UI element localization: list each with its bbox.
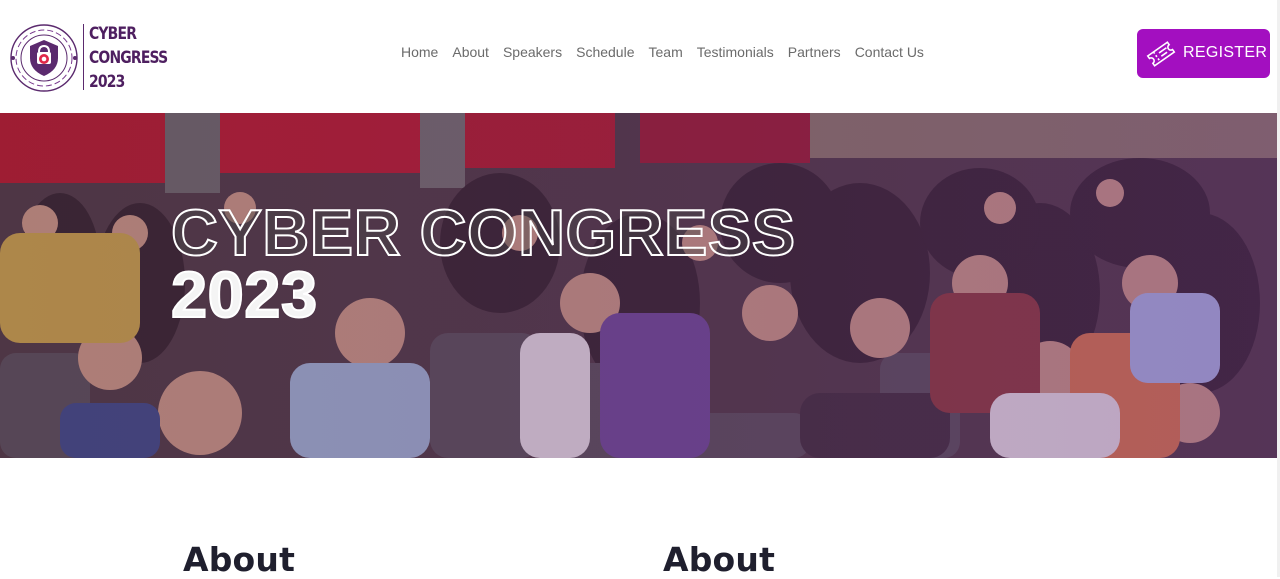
site-logo[interactable]: CYBER CONGRESS 2023 (8, 20, 168, 94)
nav-about[interactable]: About (452, 44, 489, 60)
nav-home[interactable]: Home (401, 44, 438, 60)
ticket-icon (1146, 41, 1176, 67)
hero-title-line-2: 2023 (170, 258, 318, 331)
nav-speakers[interactable]: Speakers (503, 44, 562, 60)
nav-testimonials[interactable]: Testimonials (697, 44, 774, 60)
site-header: CYBER CONGRESS 2023 Home About Speakers … (0, 0, 1280, 113)
hero-title-line-1: CYBER CONGRESS (170, 196, 796, 269)
hero-title: CYBER CONGRESS 2023 (170, 196, 796, 331)
logo-wordmark: CYBER CONGRESS 2023 (89, 22, 168, 94)
logo-divider (83, 24, 84, 90)
about-heading-right: About (663, 540, 776, 579)
main-nav: Home About Speakers Schedule Team Testim… (401, 44, 938, 60)
logo-line-1: CYBER (89, 24, 137, 44)
logo-line-2: CONGRESS (89, 48, 168, 68)
nav-team[interactable]: Team (649, 44, 683, 60)
register-button[interactable]: REGISTER (1137, 29, 1270, 78)
logo-line-3: 2023 (89, 72, 125, 92)
nav-partners[interactable]: Partners (788, 44, 841, 60)
about-heading-left: About (183, 540, 296, 579)
hero-banner: CYBER CONGRESS 2023 (0, 113, 1277, 458)
nav-schedule[interactable]: Schedule (576, 44, 634, 60)
shield-lock-icon (10, 24, 78, 92)
register-label: REGISTER (1183, 44, 1268, 61)
nav-contact-us[interactable]: Contact Us (855, 44, 924, 60)
